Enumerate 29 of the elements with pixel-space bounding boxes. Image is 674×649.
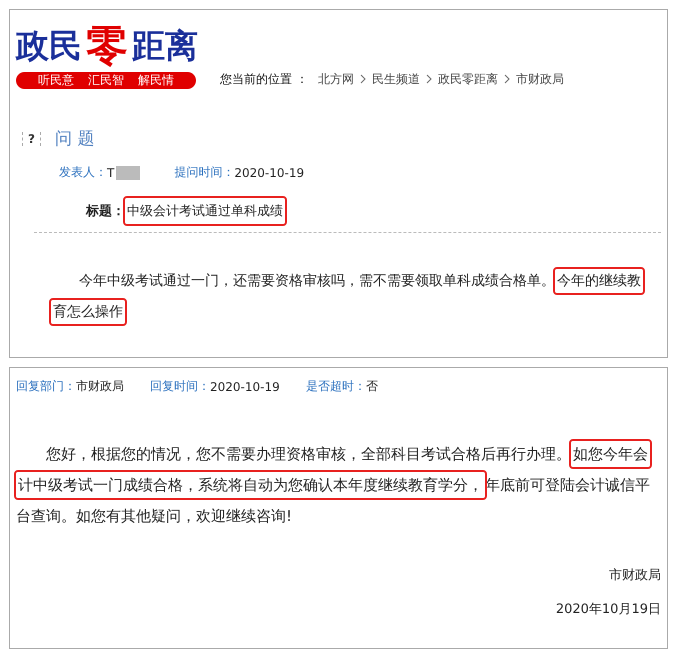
slogan-text: 汇民智 (88, 72, 124, 89)
reply-meta-value: 否 (366, 378, 378, 395)
slogan-text: 解民情 (138, 72, 174, 89)
breadcrumb-link[interactable]: 北方网 (318, 70, 354, 88)
author-name: T (107, 166, 114, 180)
reply-meta-label: 回复时间： (150, 378, 210, 395)
reply-meta-label: 是否超时： (306, 378, 366, 395)
reply-meta-label: 回复部门： (16, 378, 76, 395)
time-value: 2020-10-19 (234, 166, 304, 180)
breadcrumb-link[interactable]: 市财政局 (516, 70, 564, 88)
reply-date: 2020年10月19日 (556, 601, 661, 618)
breadcrumb-label: 您当前的位置 ： (220, 70, 308, 88)
title-label: 标题： (86, 203, 125, 220)
reply-meta-value: 2020-10-19 (210, 380, 280, 394)
reply-meta-value: 市财政局 (76, 378, 124, 395)
question-text: 今年中级考试通过一门，还需要资格审核吗，需不需要领取单科成绩合格单。今年的继续教育怎么操作 (51, 266, 645, 328)
section-heading: 问 题 (54, 128, 94, 150)
breadcrumb-link[interactable]: 政民零距离 (438, 70, 498, 88)
chevron-icon (426, 74, 432, 84)
question-title: 中级会计考试通过单科成绩 (125, 198, 285, 224)
redaction-blur (116, 166, 140, 180)
time-label: 提问时间： (174, 164, 234, 181)
chevron-icon (360, 74, 366, 84)
reply-signature: 市财政局 (609, 567, 661, 584)
slogan-text: 听民意 (38, 72, 74, 89)
author-label: 发表人： (59, 164, 107, 181)
chevron-icon (504, 74, 510, 84)
site-logo[interactable]: 政民 零距离 (16, 22, 198, 70)
breadcrumb-link[interactable]: 民生频道 (372, 70, 420, 88)
